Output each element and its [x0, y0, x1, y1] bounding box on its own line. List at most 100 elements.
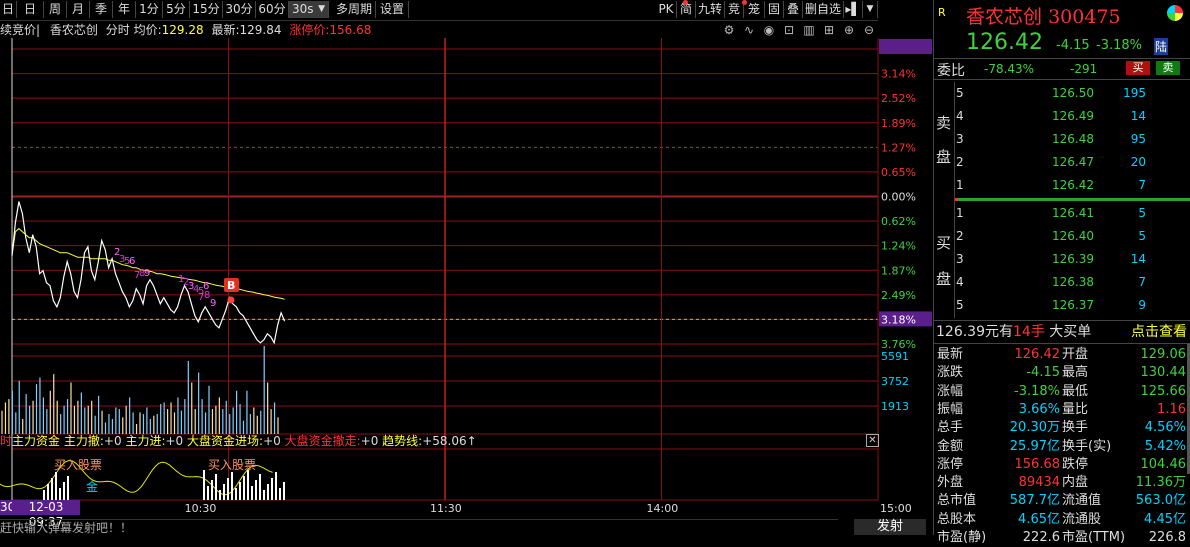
main-sell-value: +0	[103, 434, 122, 448]
stat-value: 129.06	[1140, 347, 1187, 362]
chart-mode: 分时	[105, 23, 130, 37]
weibi-diff: -291	[1070, 62, 1098, 76]
cursor-time-label: 12-03 09:37	[12, 500, 80, 529]
signal-fragment: 时	[0, 434, 13, 448]
period-month-button[interactable]: 月	[67, 1, 90, 18]
current-price: 126.42	[966, 30, 1043, 55]
stat-value: 126.42	[1014, 347, 1061, 362]
bid-level: 4	[956, 275, 964, 289]
bid-volume: 14	[1130, 252, 1146, 266]
period-15min-button[interactable]: 15分	[190, 1, 223, 18]
bid-price: 126.38	[1052, 275, 1094, 289]
ask-row[interactable]: 5 126.50 195	[934, 82, 1190, 105]
ask-row[interactable]: 2 126.47 20	[934, 151, 1190, 174]
bid-volume: 5	[1138, 229, 1146, 243]
wave-number: 9	[144, 268, 150, 279]
period-year-button[interactable]: 年	[113, 1, 136, 18]
close-icon[interactable]: ✕	[866, 434, 879, 447]
period-1min-button[interactable]: 1分	[136, 1, 163, 18]
stat-value: -3.18%	[1014, 383, 1060, 399]
big-order-hands: 14手	[1013, 324, 1045, 340]
overlay-button[interactable]: 叠	[784, 1, 803, 18]
ask-volume: 7	[1138, 178, 1146, 192]
lock-icon[interactable]: ⊡	[782, 23, 796, 37]
main-fund-label: 主力资金	[12, 434, 61, 448]
cage-button[interactable]: 笼	[744, 1, 765, 18]
notify-dot	[742, 0, 747, 5]
chat-input[interactable]: 赶快输入弹幕发射吧！！	[0, 519, 838, 536]
buy-button[interactable]: 买	[1126, 61, 1150, 75]
ask-level: 1	[956, 178, 964, 192]
period-60min-button[interactable]: 60分	[256, 1, 289, 18]
stats-row: 总手 20.30万 换手 4.56%	[934, 419, 1190, 437]
stat-label: 总市值	[937, 493, 977, 509]
ask-row[interactable]: 1 126.42 7	[934, 174, 1190, 197]
stats-row: 外盘 89434 内盘 11.36万	[934, 474, 1190, 492]
eye-icon[interactable]: ◉	[762, 23, 776, 37]
stat-label: 开盘	[1062, 347, 1089, 362]
stat-label: 涨跌	[937, 365, 964, 381]
auction-button[interactable]: 竞	[725, 1, 744, 18]
fix-button[interactable]: 固	[765, 1, 784, 18]
bid-row[interactable]: 1 126.41 5	[934, 202, 1190, 225]
chevron-down-icon[interactable]: ▼	[863, 1, 878, 18]
wave-number: 9	[210, 298, 216, 309]
send-button[interactable]: 发射	[854, 519, 926, 535]
big-order-link[interactable]: 点击查看	[1131, 322, 1187, 342]
stat-label: 总股本	[937, 511, 977, 527]
color-wheel-icon[interactable]	[1167, 5, 1183, 21]
ask-book: 5 126.50 195 4 126.49 14 3 126.48 95 2 126.47 20 1 12…	[934, 82, 1190, 197]
bid-row[interactable]: 5 126.37 9	[934, 294, 1190, 317]
pk-button[interactable]: PK	[656, 1, 677, 18]
bid-volume: 5	[1138, 206, 1146, 220]
time-axis-label: 14:00	[647, 502, 679, 515]
cursor-left-fragment: 30	[0, 500, 12, 515]
ask-level: 2	[956, 155, 964, 169]
top-pct-badge	[879, 39, 932, 54]
notify-dot	[683, 0, 688, 5]
stats-row: 最新 126.42 开盘 129.06	[934, 346, 1190, 364]
stat-label: 换手	[1062, 420, 1089, 436]
period-30min-button[interactable]: 30分	[223, 1, 256, 18]
bid-row[interactable]: 3 126.39 14	[934, 248, 1190, 271]
gear-icon[interactable]: ⚙	[722, 23, 736, 37]
ask-row[interactable]: 4 126.49 14	[934, 105, 1190, 128]
ask-volume: 195	[1123, 86, 1146, 100]
pin-toggle-icon[interactable]: ▸▌	[844, 1, 863, 18]
sell-button[interactable]: 卖	[1156, 61, 1180, 75]
period-select[interactable]: 30s ▼	[289, 1, 329, 18]
time-axis-label: 11:30	[430, 502, 462, 515]
period-5min-button[interactable]: 5分	[163, 1, 190, 18]
chevron-down-icon: ▼	[318, 4, 325, 14]
zoom-out-icon[interactable]: ⊖	[862, 23, 876, 37]
main-buy-label: 主力进:	[125, 434, 166, 448]
divider	[934, 58, 1190, 59]
ask-row[interactable]: 3 126.48 95	[934, 128, 1190, 151]
period-day-button[interactable]: 日	[17, 1, 44, 18]
stats-row: 涨跌 -4.15 最高 130.44	[934, 364, 1190, 382]
period-quarter-button[interactable]: 季	[90, 1, 113, 18]
wave-icon[interactable]: ∿	[742, 23, 756, 37]
ask-level: 4	[956, 109, 964, 123]
bid-level: 5	[956, 298, 964, 312]
stock-title-name: 香农芯创	[966, 6, 1043, 28]
period-select-value: 30s	[292, 2, 314, 16]
toolbar-fragment-day[interactable]: 日	[0, 1, 17, 18]
bid-row[interactable]: 4 126.38 7	[934, 271, 1190, 294]
period-week-button[interactable]: 周	[44, 1, 67, 18]
stat-value: 4.56%	[1144, 420, 1186, 436]
bid-row[interactable]: 2 126.40 5	[934, 225, 1190, 248]
nine-turn-button[interactable]: 九转	[696, 1, 725, 18]
multi-period-button[interactable]: 多周期	[333, 1, 376, 18]
zoom-in-icon[interactable]: ⊕	[842, 23, 856, 37]
stats-row: 总市值 587.7亿 流通值 563.0亿	[934, 492, 1190, 510]
grid-icon[interactable]: ⊞	[822, 23, 836, 37]
latest-price-label: 最新:	[211, 23, 240, 37]
trash-icon[interactable]: ▥	[802, 23, 816, 37]
stock-name: 香农芯创	[49, 23, 98, 37]
stat-label: 总手	[937, 420, 964, 436]
big-order-row[interactable]: 126.39元有14手 大买单 点击查看	[936, 322, 1190, 342]
stat-value: 25.97亿	[1009, 438, 1060, 454]
settings-button[interactable]: 设置	[376, 1, 409, 18]
remove-watchlist-button[interactable]: 删自选	[803, 1, 844, 18]
